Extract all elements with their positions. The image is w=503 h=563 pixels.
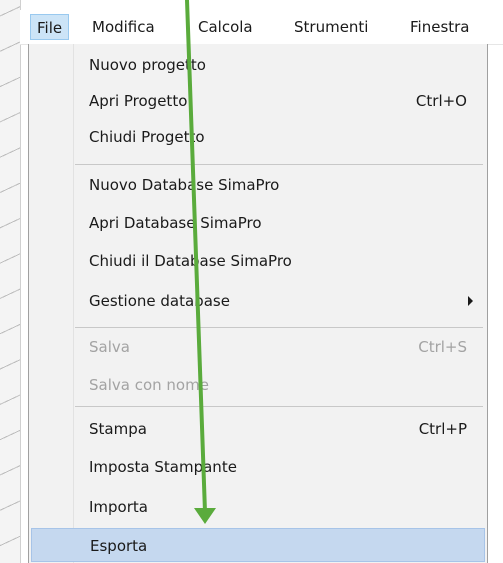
menu-item-label: Apri Database SimaPro: [89, 214, 262, 232]
menu-modifica[interactable]: Modifica: [86, 14, 161, 40]
menu-item-apri-database[interactable]: Apri Database SimaPro: [31, 206, 485, 240]
menu-item-chiudi-progetto[interactable]: Chiudi Progetto: [31, 120, 485, 154]
menu-bar: File Modifica Calcola Strumenti Finestra: [20, 10, 503, 45]
menu-item-label: Chiudi Progetto: [89, 128, 205, 146]
menu-item-label: Gestione database: [89, 292, 230, 310]
menu-item-label: Stampa: [89, 420, 147, 438]
menu-item-label: Apri Progetto: [89, 92, 188, 110]
menu-item-shortcut: Ctrl+O: [415, 92, 467, 110]
menu-item-label: Imposta Stampante: [89, 458, 237, 476]
menu-item-label: Importa: [89, 498, 148, 516]
menu-item-importa[interactable]: Importa: [31, 490, 485, 524]
menu-item-salva-con-nome[interactable]: Salva con nome: [31, 368, 485, 402]
menu-item-nuovo-database[interactable]: Nuovo Database SimaPro: [31, 168, 485, 202]
background-window-edge: [0, 0, 21, 563]
menu-item-label: Nuovo progetto: [89, 56, 206, 74]
submenu-arrow-icon: [468, 296, 473, 306]
menu-file[interactable]: File: [30, 14, 70, 40]
menu-item-apri-progetto[interactable]: Apri Progetto Ctrl+O: [31, 84, 485, 118]
menu-item-imposta-stampante[interactable]: Imposta Stampante: [31, 450, 485, 484]
file-dropdown-menu: Nuovo progetto Apri Progetto Ctrl+O Chiu…: [28, 44, 488, 563]
menu-item-salva[interactable]: Salva Ctrl+S: [31, 330, 485, 364]
menu-item-shortcut: Ctrl+P: [418, 420, 467, 438]
menu-separator: [75, 406, 483, 407]
menu-item-label: Nuovo Database SimaPro: [89, 176, 280, 194]
menu-item-label: Chiudi il Database SimaPro: [89, 252, 292, 270]
menu-item-label: Esporta: [90, 537, 148, 555]
menu-item-chiudi-database[interactable]: Chiudi il Database SimaPro: [31, 244, 485, 278]
menu-item-label: Salva con nome: [89, 376, 209, 394]
menu-separator: [75, 327, 483, 328]
menu-item-gestione-database[interactable]: Gestione database: [31, 284, 485, 318]
menu-item-esporta[interactable]: Esporta: [31, 528, 485, 562]
menu-item-label: Salva: [89, 338, 130, 356]
menu-item-nuovo-progetto[interactable]: Nuovo progetto: [31, 48, 485, 82]
menu-finestra[interactable]: Finestra: [404, 14, 476, 40]
menu-separator: [75, 164, 483, 165]
menu-strumenti[interactable]: Strumenti: [288, 14, 374, 40]
menu-item-shortcut: Ctrl+S: [418, 338, 467, 356]
menu-calcola[interactable]: Calcola: [192, 14, 259, 40]
menu-item-stampa[interactable]: Stampa Ctrl+P: [31, 412, 485, 446]
